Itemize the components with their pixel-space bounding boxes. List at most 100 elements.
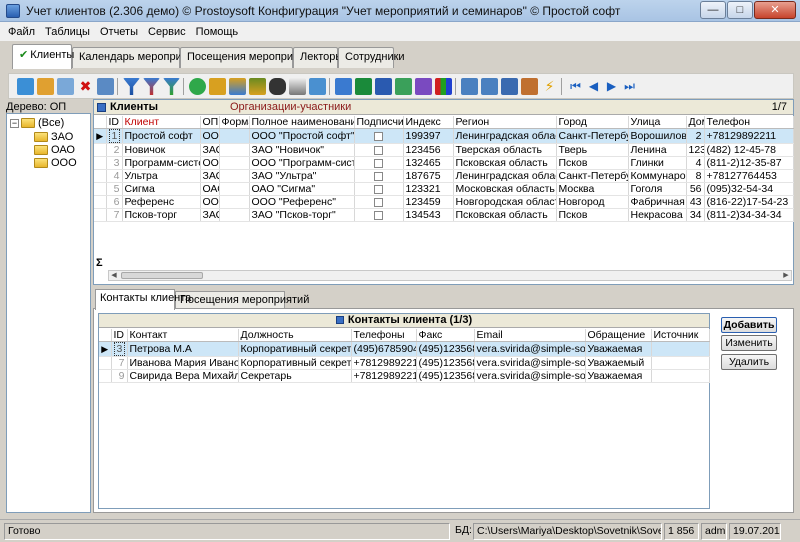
cell-region[interactable]: Тверская область xyxy=(453,143,557,157)
cell-email[interactable]: vera.svirida@simple-soft.ru xyxy=(474,341,586,357)
cell-city[interactable]: Новгород xyxy=(556,195,629,209)
menu-help[interactable]: Помощь xyxy=(196,26,239,38)
cell-fullname[interactable]: ООО "Программ-систем" xyxy=(249,156,355,170)
cell-house[interactable]: 8 xyxy=(686,169,705,183)
col-header-position[interactable]: Должность xyxy=(238,329,352,342)
cell-index[interactable]: 123456 xyxy=(403,143,454,157)
cell-house[interactable]: 43 xyxy=(686,195,705,209)
cell-client[interactable]: Псков-торг xyxy=(122,208,201,222)
col-header-source[interactable]: Источник xyxy=(651,329,710,342)
export-excel-icon[interactable] xyxy=(355,78,372,95)
cell-form[interactable] xyxy=(219,208,250,222)
col-header-phones[interactable]: Телефоны xyxy=(351,329,417,342)
col-header-salutation[interactable]: Обращение xyxy=(585,329,652,342)
cell-region[interactable]: Псковская область xyxy=(453,156,557,170)
cell-contact-id[interactable]: 7 xyxy=(111,356,128,370)
cell-contact-id[interactable]: 9 xyxy=(111,369,128,383)
cell-city[interactable]: Москва xyxy=(556,182,629,196)
cell-fax[interactable]: (495)1235689 xyxy=(416,369,475,383)
tree-node-oao[interactable]: ОАО xyxy=(34,144,75,156)
subscriber-checkbox[interactable] xyxy=(374,197,383,207)
print-icon[interactable] xyxy=(289,78,306,95)
table-row[interactable]: 4УльтраЗАО ЗАО "Ультра" 187675Ленинградска… xyxy=(94,169,794,183)
cell-subscriber[interactable] xyxy=(354,128,404,144)
row-pointer[interactable] xyxy=(94,182,107,196)
cell-form[interactable] xyxy=(219,143,250,157)
row-pointer[interactable]: ▶ xyxy=(94,128,107,144)
last-icon[interactable]: ⏭ xyxy=(621,78,638,95)
col-header-id[interactable]: ID xyxy=(106,116,123,129)
table-row[interactable]: 9Свирида Вера МихайловнаСекретарь+781298… xyxy=(99,369,710,383)
cell-subscriber[interactable] xyxy=(354,156,404,170)
scroll-right-icon[interactable]: ▶ xyxy=(781,271,791,280)
preview-icon[interactable] xyxy=(309,78,326,95)
prev-icon[interactable]: ◀ xyxy=(585,78,602,95)
cell-fullname[interactable]: ООО "Референс" xyxy=(249,195,355,209)
cell-street[interactable]: Глинки xyxy=(628,156,687,170)
col-header-house[interactable]: Дом xyxy=(686,116,705,129)
tree-node-all[interactable]: − (Все) xyxy=(10,117,64,129)
cell-position[interactable]: Секретарь xyxy=(238,369,352,383)
cell-form[interactable] xyxy=(219,169,250,183)
first-icon[interactable]: ⏮ xyxy=(567,78,584,95)
cell-index[interactable]: 134543 xyxy=(403,208,454,222)
col-header-op[interactable]: ОП xyxy=(200,116,220,129)
menu-tables[interactable]: Таблицы xyxy=(45,26,90,38)
subscriber-checkbox[interactable] xyxy=(374,145,383,155)
filter-clear-icon[interactable] xyxy=(143,78,160,95)
col-header-street[interactable]: Улица xyxy=(628,116,687,129)
cell-subscriber[interactable] xyxy=(354,182,404,196)
cell-subscriber[interactable] xyxy=(354,143,404,157)
subscriber-checkbox[interactable] xyxy=(374,184,383,194)
cell-index[interactable]: 123321 xyxy=(403,182,454,196)
cell-house[interactable]: 123 xyxy=(686,143,705,157)
cell-form[interactable] xyxy=(219,128,250,144)
cell-fax[interactable]: (495)1235687 xyxy=(416,341,475,357)
cell-id[interactable]: 1 xyxy=(106,128,123,144)
cell-client[interactable]: Референс xyxy=(122,195,201,209)
cell-phone[interactable]: (811-2)34-34-34 xyxy=(704,208,794,222)
cell-fullname[interactable]: ОАО "Сигма" xyxy=(249,182,355,196)
next-icon[interactable]: ▶ xyxy=(603,78,620,95)
add-icon[interactable] xyxy=(17,78,34,95)
cell-salutation[interactable]: Уважаемый xyxy=(585,356,652,370)
collapse-icon[interactable]: − xyxy=(10,118,19,128)
cell-phone[interactable]: (095)32-54-34 xyxy=(704,182,794,196)
export-html-icon[interactable] xyxy=(395,78,412,95)
table-row[interactable]: 3Программ-системООО ООО "Программ-систем"… xyxy=(94,156,794,170)
cell-region[interactable]: Новгородская область xyxy=(453,195,557,209)
cell-city[interactable]: Санкт-Петербург xyxy=(556,128,629,144)
minimize-button[interactable]: — xyxy=(700,1,726,19)
col-header-index[interactable]: Индекс xyxy=(403,116,454,129)
cell-city[interactable]: Тверь xyxy=(556,143,629,157)
tab-visits[interactable]: Посещения мероприятий xyxy=(180,47,316,68)
cell-phone[interactable]: (482) 12-45-78 xyxy=(704,143,794,157)
row-pointer[interactable] xyxy=(94,169,107,183)
cell-client[interactable]: Новичок xyxy=(122,143,201,157)
scroll-left-icon[interactable]: ◀ xyxy=(109,271,119,280)
close-button[interactable]: ✕ xyxy=(754,1,796,19)
sort-asc-icon[interactable] xyxy=(461,78,478,95)
report-icon[interactable] xyxy=(415,78,432,95)
col-header-phone[interactable]: Телефон xyxy=(704,116,794,129)
cell-phone[interactable]: (816-22)17-54-23 xyxy=(704,195,794,209)
cell-region[interactable]: Ленинградская область xyxy=(453,169,557,183)
group-icon[interactable] xyxy=(209,78,226,95)
delete-icon[interactable]: ✖ xyxy=(77,78,94,95)
cell-op[interactable]: ОАО xyxy=(200,182,220,196)
col-header-client[interactable]: Клиент xyxy=(122,116,201,129)
cell-street[interactable]: Ворошилова xyxy=(628,128,687,144)
cell-region[interactable]: Псковская область xyxy=(453,208,557,222)
row-pointer[interactable] xyxy=(99,369,112,383)
cell-op[interactable]: ЗАО xyxy=(200,208,220,222)
cell-house[interactable]: 2 xyxy=(686,128,705,144)
cell-phone[interactable]: (811-2)12-35-87 xyxy=(704,156,794,170)
col-header-email[interactable]: Email xyxy=(474,329,586,342)
tab-clients[interactable]: ✔ Клиенты xyxy=(12,44,74,69)
cell-fax[interactable]: (495)1235687 xyxy=(416,356,475,370)
settings-icon[interactable] xyxy=(521,78,538,95)
lightning-icon[interactable]: ⚡ xyxy=(541,78,558,95)
delete-contact-button[interactable]: Удалить xyxy=(721,354,777,370)
col-header-contact-id[interactable]: ID xyxy=(111,329,128,342)
cell-source[interactable] xyxy=(651,369,710,383)
